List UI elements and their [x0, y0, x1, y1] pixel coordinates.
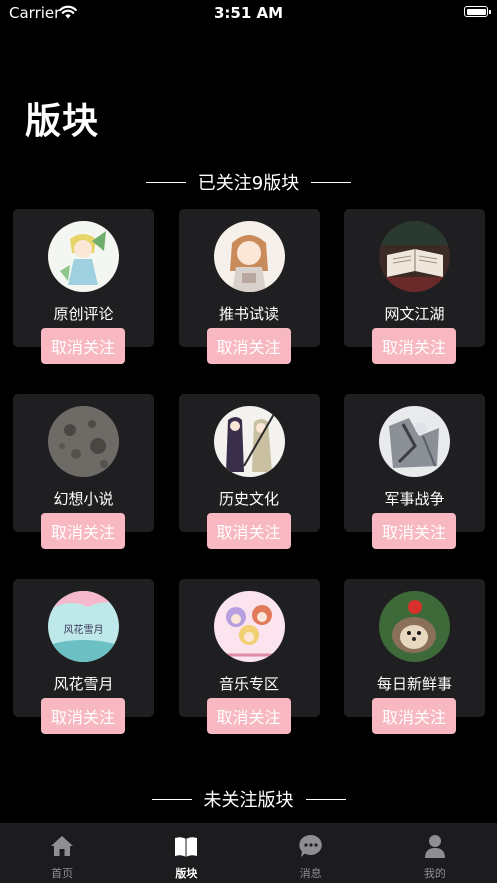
status-bar: Carrier 3:51 AM [0, 0, 497, 26]
unfollow-button[interactable]: 取消关注 [206, 513, 291, 549]
board-row: 原创评论 取消关注 推书试读 取消关注 网文江湖 取消关注 [13, 209, 485, 364]
tab-label: 版块 [175, 867, 198, 880]
unfollow-button[interactable]: 取消关注 [372, 698, 456, 734]
page-title: 版块 [25, 101, 100, 142]
board-avatar [213, 221, 285, 292]
followed-boards-grid: 原创评论 取消关注 推书试读 取消关注 网文江湖 取消关注 幻想小说 取消关注 … [13, 209, 485, 764]
tab-bar: 首页 版块 消息 我的 [0, 823, 497, 883]
board-card[interactable]: 风花雪月 风花雪月 取消关注 [13, 579, 154, 734]
board-card[interactable]: 音乐专区 取消关注 [178, 579, 320, 734]
book-icon [173, 833, 199, 859]
board-card[interactable]: 幻想小说 取消关注 [13, 394, 154, 549]
unfollow-button[interactable]: 取消关注 [206, 328, 291, 364]
board-avatar [48, 221, 119, 292]
board-avatar [48, 406, 119, 477]
board-name: 军事战争 [384, 490, 445, 508]
tab-label: 我的 [423, 867, 446, 880]
board-name: 推书试读 [218, 305, 279, 323]
tab-label: 消息 [299, 867, 322, 880]
board-name: 幻想小说 [53, 490, 114, 508]
board-name: 每日新鲜事 [376, 675, 452, 693]
board-card[interactable]: 每日新鲜事 取消关注 [344, 579, 485, 734]
board-name: 网文江湖 [384, 305, 445, 323]
tab-home[interactable]: 首页 [0, 823, 124, 883]
person-icon [422, 833, 448, 859]
chat-bubble-icon [298, 833, 324, 859]
board-card[interactable]: 历史文化 取消关注 [178, 394, 320, 549]
board-avatar [213, 591, 285, 662]
board-avatar [213, 406, 285, 477]
divider-line [311, 181, 352, 183]
unfollow-button[interactable]: 取消关注 [41, 698, 125, 734]
tab-profile[interactable]: 我的 [373, 823, 497, 883]
board-row: 幻想小说 取消关注 历史文化 取消关注 军事战争 取消关注 [13, 394, 485, 549]
board-card[interactable]: 推书试读 取消关注 [178, 209, 320, 364]
unfollow-button[interactable]: 取消关注 [41, 328, 125, 364]
board-name: 风花雪月 [53, 675, 114, 693]
divider-line [151, 798, 192, 800]
board-name: 历史文化 [218, 490, 279, 508]
board-avatar [379, 221, 450, 292]
unfollowed-section-title: 未关注版块 [203, 790, 294, 811]
board-card[interactable]: 网文江湖 取消关注 [344, 209, 485, 364]
board-avatar: 风花雪月 [48, 591, 119, 662]
followed-section-title: 已关注9版块 [197, 173, 300, 194]
unfollow-button[interactable]: 取消关注 [206, 698, 291, 734]
unfollow-button[interactable]: 取消关注 [41, 513, 125, 549]
tab-label: 首页 [51, 867, 74, 880]
board-row: 风花雪月 风花雪月 取消关注 音乐专区 取消关注 每日新鲜事 取消关注 [13, 579, 485, 734]
clock: 3:51 AM [213, 4, 284, 22]
board-name: 音乐专区 [218, 675, 279, 693]
divider-line [305, 798, 346, 800]
board-card[interactable]: 军事战争 取消关注 [344, 394, 485, 549]
svg-text:风花雪月: 风花雪月 [64, 623, 104, 636]
unfollow-button[interactable]: 取消关注 [372, 328, 456, 364]
divider-line [145, 181, 186, 183]
board-name: 原创评论 [53, 305, 114, 323]
board-avatar [379, 591, 450, 662]
board-card[interactable]: 原创评论 取消关注 [13, 209, 154, 364]
battery-icon [464, 6, 491, 17]
home-icon [49, 833, 75, 859]
tab-boards[interactable]: 版块 [124, 823, 248, 883]
board-avatar [379, 406, 450, 477]
followed-section-header: 已关注9版块 [0, 169, 497, 195]
tab-messages[interactable]: 消息 [249, 823, 373, 883]
unfollow-button[interactable]: 取消关注 [372, 513, 456, 549]
unfollowed-section-header: 未关注版块 [0, 786, 497, 812]
